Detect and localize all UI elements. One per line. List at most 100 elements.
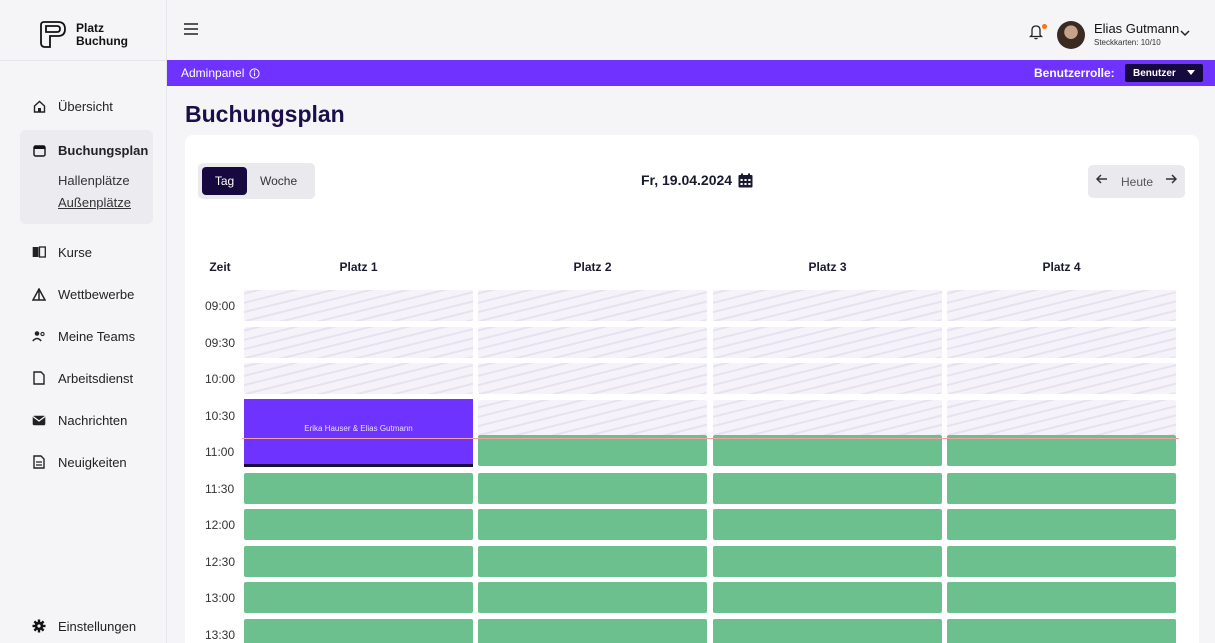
- free-slot[interactable]: [713, 435, 942, 466]
- past-slot: [947, 399, 1176, 435]
- date-picker[interactable]: Fr, 19.04.2024: [641, 172, 753, 188]
- free-slot[interactable]: [244, 509, 473, 540]
- time-label: 11:30: [205, 481, 235, 496]
- past-slot: [947, 326, 1176, 358]
- sidebar-item-arbeitsdienst[interactable]: Arbeitsdienst: [0, 364, 167, 392]
- date-label: Fr, 19.04.2024: [641, 172, 733, 188]
- sidebar-item-wettbewerbe[interactable]: Wettbewerbe: [0, 280, 167, 308]
- time-label: 09:30: [205, 335, 236, 350]
- past-slot: [244, 290, 473, 321]
- admin-panel[interactable]: Adminpanel: [181, 66, 260, 80]
- arrow-right-icon[interactable]: [1165, 173, 1177, 185]
- gear-icon: [32, 619, 46, 633]
- free-slot[interactable]: [478, 545, 707, 577]
- court-header-1: Platz 1: [339, 260, 378, 274]
- time-label: 13:00: [205, 591, 236, 605]
- view-toggle-day[interactable]: Tag: [202, 167, 247, 195]
- caret-down-icon: [1187, 70, 1195, 75]
- free-slot[interactable]: [713, 472, 942, 504]
- admin-bar: Adminpanel Benutzerrolle: Benutzer: [167, 60, 1215, 86]
- sidebar-item-meine-teams[interactable]: Meine Teams: [0, 322, 167, 350]
- free-slot[interactable]: [713, 545, 942, 577]
- home-icon: [32, 99, 46, 113]
- sidebar: Platz Buchung Übersicht Buchungsplan Hal…: [0, 0, 167, 643]
- booking-block[interactable]: Erika Hauser & Elias Gutmann: [244, 399, 473, 467]
- sidebar-item-buchungsplan[interactable]: Buchungsplan: [20, 136, 153, 164]
- court-header-2: Platz 2: [573, 260, 612, 274]
- current-time-line: [242, 438, 1179, 439]
- free-slot[interactable]: [244, 618, 473, 643]
- info-icon: [249, 67, 260, 79]
- free-slot[interactable]: [244, 545, 473, 577]
- past-slot: [244, 363, 473, 394]
- past-slot: [947, 290, 1176, 321]
- free-slot[interactable]: [947, 472, 1176, 504]
- schedule-card: Tag Woche Fr, 19.04.2024 Heute Zeit Plat…: [185, 135, 1199, 643]
- arrow-left-icon[interactable]: [1096, 173, 1108, 185]
- booking-label: Erika Hauser & Elias Gutmann: [304, 424, 413, 433]
- trophy-icon: [32, 287, 46, 301]
- sidebar-subitem-aussenplaetze[interactable]: Außenplätze: [20, 192, 153, 214]
- free-slot[interactable]: [713, 618, 942, 643]
- sidebar-item-label: Kurse: [58, 244, 92, 260]
- chevron-down-icon[interactable]: [1180, 30, 1190, 37]
- free-slot[interactable]: [947, 582, 1176, 613]
- user-name[interactable]: Elias Gutmann: [1094, 21, 1179, 36]
- sidebar-item-label: Übersicht: [58, 98, 113, 114]
- free-slot[interactable]: [713, 509, 942, 540]
- date-navigation: Heute: [1088, 165, 1185, 198]
- free-slot[interactable]: [478, 618, 707, 643]
- sidebar-divider: [0, 60, 167, 61]
- free-slot[interactable]: [478, 472, 707, 504]
- time-column-header: Zeit: [209, 260, 231, 274]
- sidebar-item-einstellungen[interactable]: Einstellungen: [0, 612, 136, 640]
- app-logo[interactable]: Platz Buchung: [38, 20, 128, 50]
- time-label: 10:00: [205, 372, 236, 386]
- sidebar-item-neuigkeiten[interactable]: Neuigkeiten: [0, 448, 167, 476]
- free-slot[interactable]: [947, 509, 1176, 540]
- sidebar-item-kurse[interactable]: Kurse: [0, 238, 167, 266]
- bell-icon[interactable]: [1029, 23, 1043, 40]
- free-slot[interactable]: [947, 545, 1176, 577]
- free-slot[interactable]: [478, 509, 707, 540]
- sidebar-item-label: Einstellungen: [58, 618, 137, 634]
- sidebar-item-nachrichten[interactable]: Nachrichten: [0, 406, 167, 434]
- admin-panel-label: Adminpanel: [181, 66, 245, 80]
- free-slot[interactable]: [244, 472, 473, 504]
- role-label: Benutzerrolle:: [1034, 66, 1115, 80]
- role-select-value: Benutzer: [1133, 67, 1176, 79]
- view-toggle-week[interactable]: Woche: [260, 174, 297, 188]
- free-slot[interactable]: [478, 582, 707, 613]
- sidebar-item-uebersicht[interactable]: Übersicht: [0, 92, 167, 120]
- sidebar-item-label: Arbeitsdienst: [58, 370, 134, 386]
- free-slot[interactable]: [478, 435, 707, 466]
- past-slot: [947, 363, 1176, 394]
- past-slot: [713, 399, 942, 435]
- document-icon: [32, 371, 46, 385]
- past-slot: [713, 290, 942, 321]
- time-label: 09:00: [205, 299, 236, 313]
- news-icon: [32, 455, 46, 469]
- time-label: 10:30: [205, 408, 236, 423]
- top-header: Elias Gutmann Steckkarten: 10/10: [167, 0, 1215, 60]
- avatar[interactable]: [1057, 21, 1085, 49]
- today-button[interactable]: Heute: [1121, 175, 1153, 189]
- calendar-icon: [738, 173, 753, 187]
- menu-icon[interactable]: [183, 22, 199, 36]
- sidebar-subitem-hallenplaetze[interactable]: Hallenplätze: [20, 170, 153, 192]
- role-select[interactable]: Benutzer: [1125, 64, 1203, 82]
- free-slot[interactable]: [713, 582, 942, 613]
- free-slot[interactable]: [947, 618, 1176, 643]
- mail-icon: [32, 413, 46, 427]
- sidebar-item-label: Meine Teams: [58, 328, 136, 344]
- free-slot[interactable]: [947, 435, 1176, 466]
- sidebar-nav: Übersicht Buchungsplan Hallenplätze Auße…: [0, 92, 167, 490]
- page-title: Buchungsplan: [185, 101, 345, 127]
- free-slot[interactable]: [244, 582, 473, 613]
- past-slot: [713, 326, 942, 358]
- court-header-4: Platz 4: [1042, 260, 1081, 274]
- past-slot: [244, 326, 473, 358]
- sidebar-item-label: Buchungsplan: [58, 142, 149, 158]
- sidebar-group-buchungsplan: Buchungsplan Hallenplätze Außenplätze: [20, 130, 153, 224]
- sidebar-item-label: Neuigkeiten: [58, 454, 127, 470]
